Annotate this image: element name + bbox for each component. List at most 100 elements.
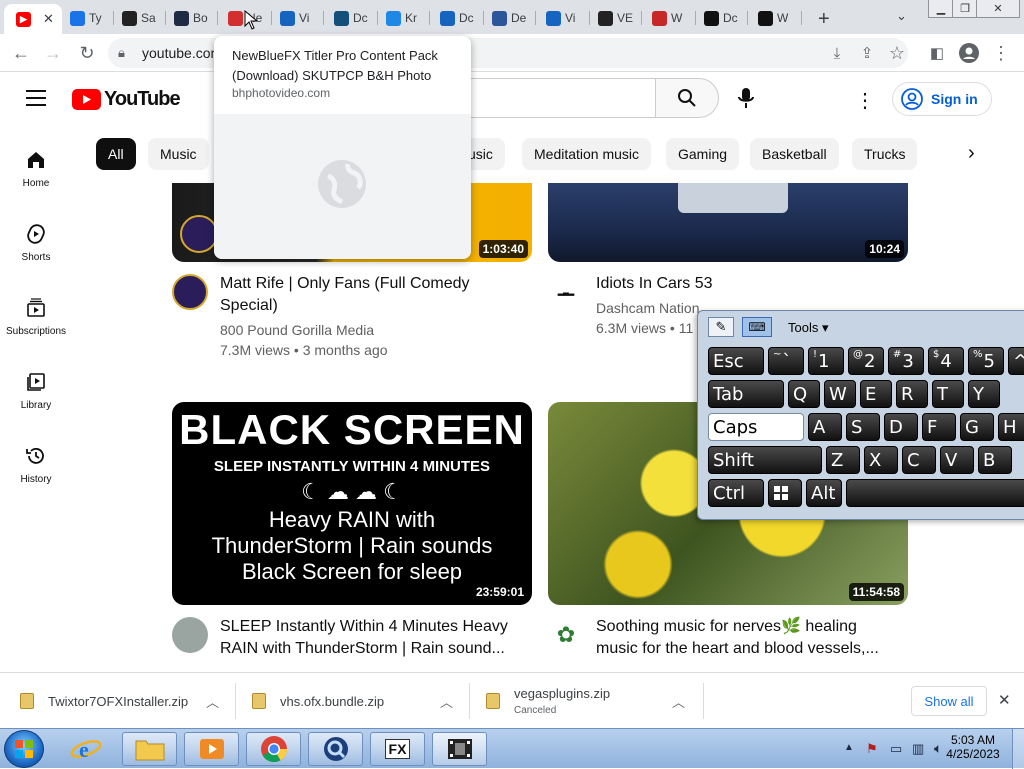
- osk-key-r4-2[interactable]: Z: [826, 446, 860, 474]
- channel-avatar-1[interactable]: [172, 274, 208, 310]
- osk-key-r1-8[interactable]: ^: [1008, 347, 1024, 375]
- sidebar-item-home[interactable]: Home: [0, 148, 72, 189]
- tab-v-3[interactable]: Bo: [166, 4, 218, 32]
- osk-key-r1-6[interactable]: $4: [928, 347, 964, 375]
- osk-key-r3-7[interactable]: H: [998, 413, 1024, 441]
- osk-key-r4-4[interactable]: C: [902, 446, 936, 474]
- osk-key-r3-6[interactable]: G: [960, 413, 994, 441]
- chrome-menu-icon[interactable]: ⋮: [990, 42, 1012, 64]
- volume-icon[interactable]: 🔈︎: [934, 740, 942, 757]
- close-tab-icon[interactable]: ✕: [43, 11, 54, 27]
- close-window-button[interactable]: ✕: [976, 0, 1020, 18]
- chip-basketball[interactable]: Basketball: [750, 138, 839, 170]
- taskbar-chrome[interactable]: [246, 732, 301, 766]
- osk-key-r5-2[interactable]: [768, 479, 802, 507]
- osk-key-r4-3[interactable]: X: [864, 446, 898, 474]
- search-input[interactable]: [470, 78, 656, 118]
- chip-meditation-music[interactable]: Meditation music: [522, 138, 652, 170]
- osk-key-r2-7[interactable]: Y: [968, 380, 1000, 408]
- taskbar-media-player[interactable]: [184, 732, 239, 766]
- tab-music-7[interactable]: Kr: [378, 4, 430, 32]
- video-thumbnail-3[interactable]: BLACK SCREEN SLEEP INSTANTLY WITHIN 4 MI…: [172, 402, 532, 605]
- taskbar-fx-app[interactable]: FX: [370, 732, 425, 766]
- osk-key-r1-2[interactable]: ~ `: [768, 347, 804, 375]
- osk-key-r3-3[interactable]: S: [846, 413, 880, 441]
- network-icon[interactable]: ▥: [912, 741, 924, 757]
- youtube-logo[interactable]: YouTube: [72, 88, 181, 111]
- new-tab-button[interactable]: +: [818, 8, 830, 31]
- osk-key-r4-5[interactable]: V: [940, 446, 974, 474]
- tab-shield-8[interactable]: Dc: [432, 4, 484, 32]
- tab-w-14[interactable]: W: [750, 4, 802, 32]
- channel-avatar-2[interactable]: ▂▃▂: [548, 274, 584, 310]
- chip-trucks[interactable]: Trucks: [852, 138, 918, 170]
- display-icon[interactable]: ▭: [890, 741, 902, 757]
- tab-doc-1[interactable]: Ty: [62, 4, 114, 32]
- osk-key-r4-1[interactable]: Shift: [708, 446, 822, 474]
- chip-all[interactable]: All: [96, 138, 136, 170]
- tab-search-button[interactable]: ⌄: [896, 8, 907, 24]
- download-item-3[interactable]: vegasplugins.zip Canceled ︿: [486, 673, 704, 729]
- video-title-4[interactable]: Soothing music for nerves🌿 healing music…: [596, 616, 896, 660]
- video-title-1[interactable]: Matt Rife | Only Fans (Full Comedy Speci…: [220, 273, 520, 317]
- download-item-1[interactable]: Twixtor7OFXInstaller.zip ︿: [20, 673, 236, 729]
- osk-key-r4-6[interactable]: B: [978, 446, 1012, 474]
- osk-key-r3-4[interactable]: D: [884, 413, 918, 441]
- taskbar-explorer[interactable]: [122, 732, 177, 766]
- download-options-icon-2[interactable]: ︿: [440, 692, 453, 711]
- sign-in-button[interactable]: Sign in: [892, 82, 992, 116]
- minimize-button[interactable]: ▁: [928, 0, 954, 18]
- taskbar-video-editor[interactable]: [432, 732, 487, 766]
- side-panel-icon[interactable]: ◧: [926, 42, 948, 64]
- bookmark-star-icon[interactable]: ☆: [886, 42, 908, 64]
- osk-key-r1-4[interactable]: @2: [848, 347, 884, 375]
- close-downloads-icon[interactable]: ✕: [998, 691, 1011, 709]
- osk-key-r3-2[interactable]: A: [808, 413, 842, 441]
- tab-play-5[interactable]: Vi: [272, 4, 324, 32]
- video-thumbnail-2[interactable]: 10:24: [548, 183, 908, 262]
- tab-q-6[interactable]: Dc: [326, 4, 378, 32]
- keyboard-mode-icon[interactable]: ⌨: [742, 317, 772, 337]
- search-button[interactable]: [655, 78, 719, 118]
- sidebar-item-shorts[interactable]: Shorts: [0, 222, 72, 263]
- tab-star-12[interactable]: W: [644, 4, 696, 32]
- osk-key-r5-1[interactable]: Ctrl: [708, 479, 764, 507]
- profile-icon[interactable]: [958, 42, 980, 64]
- action-center-icon[interactable]: ⚑: [866, 741, 878, 757]
- video-title-2[interactable]: Idiots In Cars 53: [596, 273, 896, 295]
- start-button[interactable]: [4, 730, 44, 768]
- osk-key-r2-4[interactable]: E: [860, 380, 892, 408]
- download-item-2[interactable]: vhs.ofx.bundle.zip ︿: [252, 673, 470, 729]
- tab-w-13[interactable]: Dc: [696, 4, 748, 32]
- osk-key-r1-3[interactable]: ! 1: [808, 347, 844, 375]
- forward-icon[interactable]: →: [42, 42, 64, 64]
- reload-icon[interactable]: ↻: [76, 42, 98, 64]
- channel-avatar-4[interactable]: ✿: [548, 617, 584, 653]
- show-hidden-icons[interactable]: ▲: [844, 742, 854, 753]
- voice-search-icon[interactable]: [736, 86, 756, 110]
- osk-key-r2-5[interactable]: R: [896, 380, 928, 408]
- osk-key-r3-5[interactable]: F: [922, 413, 956, 441]
- settings-more-icon[interactable]: ⋮: [855, 88, 875, 113]
- share-icon[interactable]: ⇪: [856, 42, 878, 64]
- clock[interactable]: 5:03 AM 4/25/2023: [946, 733, 1000, 761]
- download-options-icon-3[interactable]: ︿: [672, 692, 685, 711]
- osk-key-r2-2[interactable]: Q: [788, 380, 820, 408]
- internet-explorer-icon[interactable]: e: [70, 735, 102, 768]
- sidebar-item-history[interactable]: History: [0, 444, 72, 485]
- tab-play-10[interactable]: Vi: [538, 4, 590, 32]
- video-channel-1[interactable]: 800 Pound Gorilla Media: [220, 320, 374, 340]
- osk-key-r2-6[interactable]: T: [932, 380, 964, 408]
- chips-next-icon[interactable]: ›: [968, 142, 975, 165]
- tab-youtube[interactable]: ▶ ✕: [4, 4, 62, 34]
- osk-key-r5-3[interactable]: Alt: [806, 479, 842, 507]
- video-channel-2[interactable]: Dashcam Nation: [596, 298, 700, 318]
- restore-button[interactable]: ❐: [952, 0, 978, 18]
- handwriting-pad-icon[interactable]: ✎: [708, 317, 734, 337]
- tab-columns-11[interactable]: VE: [590, 4, 642, 32]
- osk-key-r2-3[interactable]: W: [824, 380, 856, 408]
- hamburger-menu-icon[interactable]: [26, 90, 46, 106]
- osk-key-r3-1[interactable]: Caps: [708, 413, 804, 441]
- show-all-downloads-button[interactable]: Show all: [911, 686, 987, 716]
- osk-key-r5-4[interactable]: [846, 479, 1024, 507]
